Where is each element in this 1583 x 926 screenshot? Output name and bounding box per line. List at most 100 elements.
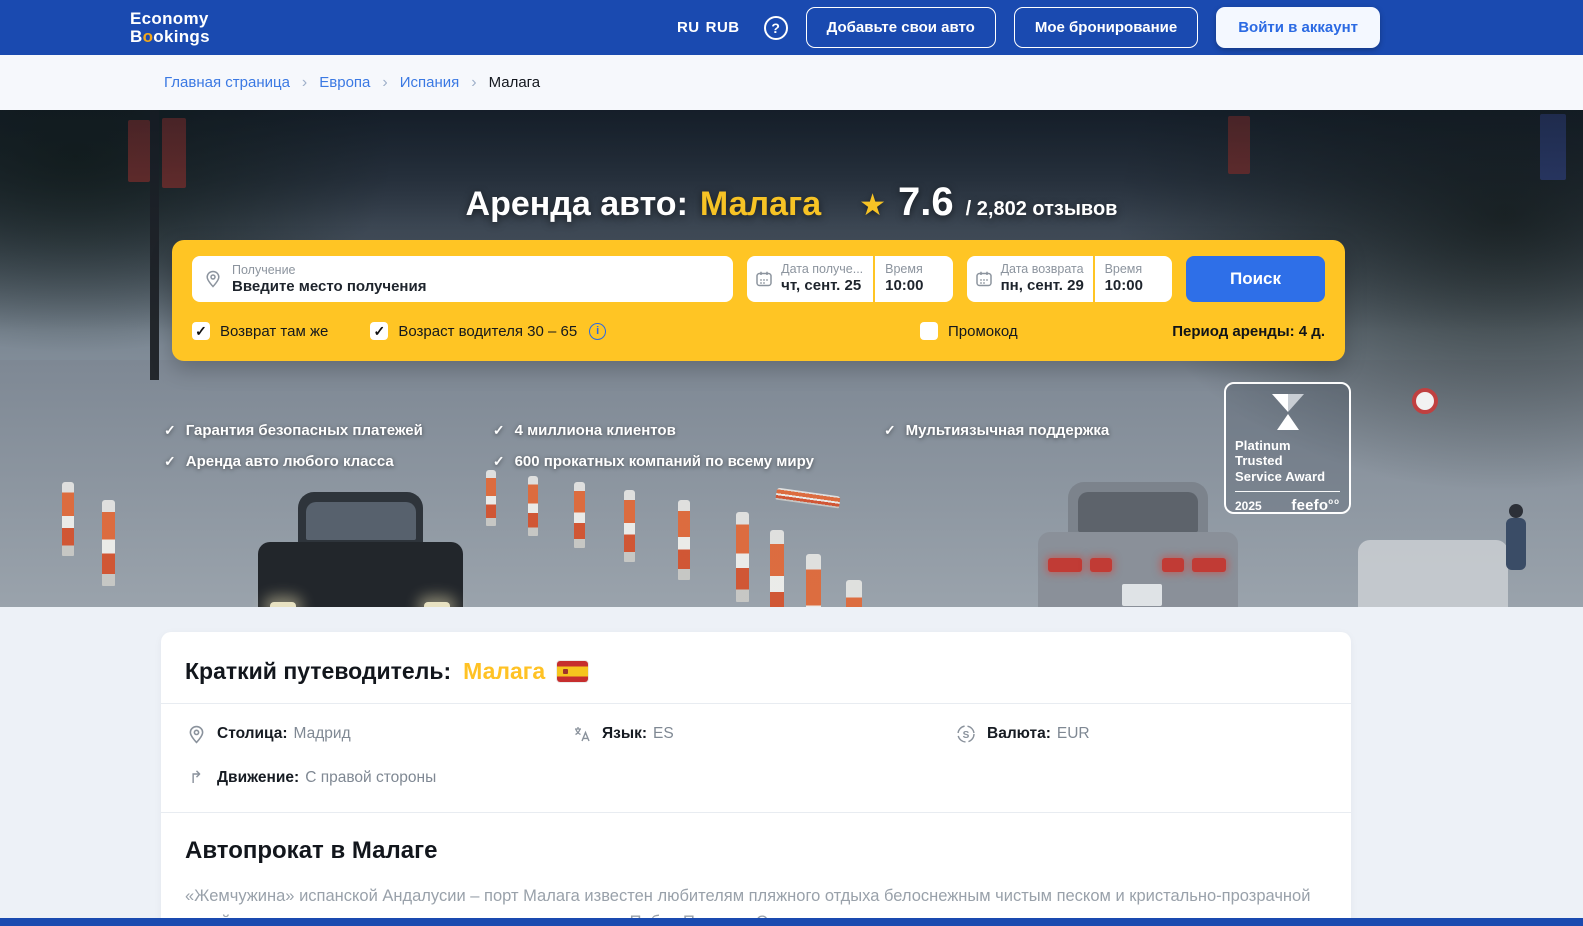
calendar-icon [975,270,993,288]
my-booking-button[interactable]: Мое бронирование [1014,7,1198,48]
return-time-field[interactable]: Время 10:00 [1095,256,1172,302]
logo-line2: Bookings [130,28,210,46]
hero-photo-bollard [574,482,585,548]
return-date-label: Дата возврата [1001,262,1085,278]
pickup-time-label: Время [885,262,942,278]
translate-icon [570,725,592,744]
hero-photo-taillight [1090,558,1112,572]
facts-grid: Столица: Мадрид Язык: ES S Валюта: EUR [161,704,1351,812]
location-pin-icon [185,725,207,744]
reviews-count: / 2,802 отзывов [966,198,1118,221]
svg-text:S: S [963,730,970,741]
chevron-right-icon: › [302,74,307,92]
locale-label: RU [677,19,700,36]
promo-code-checkbox[interactable] [920,322,938,340]
check-icon: ✓ [164,422,176,439]
hero-photo-sign [1412,388,1438,414]
pickup-date-field[interactable]: Дата получе... чт, сент. 25 [747,256,873,302]
rating-value: 7.6 [898,180,954,225]
hero-photo-plate [1122,584,1162,606]
hero-photo-car-right-glass [1078,492,1198,532]
pickup-datetime-group: Дата получе... чт, сент. 25 Время 10:00 [747,256,952,302]
driver-age-label: Возраст водителя 30 – 65 [398,323,577,340]
hero-photo-bollard [102,500,115,586]
calendar-icon [755,270,773,288]
return-datetime-group: Дата возврата пн, сент. 29 Время 10:00 [967,256,1172,302]
return-date-field[interactable]: Дата возврата пн, сент. 29 [967,256,1093,302]
pickup-location-field[interactable]: Получение [192,256,733,302]
breadcrumb-spain-link[interactable]: Испания [400,74,460,91]
breadcrumb-home-link[interactable]: Главная страница [164,74,290,91]
spain-flag-icon [557,661,588,682]
breadcrumb-europe-link[interactable]: Европа [319,74,370,91]
hero-photo-pedestrian [1509,504,1523,518]
hero-photo-pedestrian [1506,518,1526,570]
pickup-date-value: чт, сент. 25 [781,277,865,296]
pickup-time-field[interactable]: Время 10:00 [875,256,952,302]
star-icon: ★ [859,188,886,223]
hero-photo-taillight [1162,558,1184,572]
feature-item: ✓4 миллиона клиентов [493,422,814,439]
breadcrumb: Главная страница › Европа › Испания › Ма… [164,74,540,92]
guide-title: Краткий путеводитель: [185,658,451,685]
search-button[interactable]: Поиск [1186,256,1325,302]
hero-photo-bollard [62,482,74,556]
driver-age-checkbox[interactable] [370,322,388,340]
same-return-checkbox[interactable] [192,322,210,340]
feature-item: ✓600 прокатных компаний по всему миру [493,453,814,470]
info-icon[interactable]: i [589,323,606,340]
page: Economy Bookings RURUB ? Добавьте свои а… [0,0,1583,926]
hero-photo-bollard [528,476,538,536]
hero-photo-taillight [1192,558,1226,572]
hero-photo-bollard [770,530,784,607]
city-rental-section: Автопрокат в Малаге «Жемчужина» испанско… [161,813,1351,926]
login-button[interactable]: Войти в аккаунт [1216,7,1380,48]
hero-section: Аренда авто: Малага ★ 7.6 / 2,802 отзыво… [0,110,1583,607]
award-title-line2: Service Award [1235,469,1340,484]
hero-photo-bollard [678,500,690,580]
help-icon[interactable]: ? [764,16,788,40]
add-your-car-button[interactable]: Добавьте свои авто [806,7,996,48]
chevron-right-icon: › [471,74,476,92]
check-icon: ✓ [493,453,505,470]
hero-photo-bollard [846,580,862,607]
breadcrumb-bar: Главная страница › Европа › Испания › Ма… [0,55,1583,110]
hero-photo-bollard [624,490,635,562]
feature-item: ✓Аренда авто любого класса [164,453,423,470]
logo-line1: Economy [130,10,210,28]
footer-top-bar [0,918,1583,926]
hero-photo-bollard [736,512,749,602]
turn-right-arrow-icon: ↱ [185,768,207,788]
hero-photo-car-left [258,542,463,607]
hero-title: Аренда авто: Малага ★ 7.6 / 2,802 отзыво… [0,180,1583,225]
promo-code-label: Промокод [948,323,1018,340]
city-guide-card: Краткий путеводитель: Малага Столица: Ма… [161,632,1351,926]
hero-photo-bollard [806,554,821,607]
breadcrumb-current: Малага [489,74,541,91]
feature-item: ✓Гарантия безопасных платежей [164,422,423,439]
return-time-label: Время [1105,262,1162,278]
locale-currency-selector[interactable]: RURUB [677,19,746,36]
rental-period-text: Период аренды: 4 д. [1172,323,1325,340]
currency-icon: S [955,724,977,744]
feature-item: ✓Мультиязычная поддержка [884,422,1109,439]
fact-driving-side: ↱ Движение: С правой стороны [185,768,570,788]
location-pin-icon [204,270,222,288]
fact-capital: Столица: Мадрид [185,724,570,744]
logo[interactable]: Economy Bookings [130,10,210,46]
section-title: Автопрокат в Малаге [185,837,1327,865]
guide-title-city: Малага [463,658,545,685]
return-time-value: 10:00 [1105,277,1162,296]
pickup-location-input[interactable] [232,278,721,295]
same-return-label: Возврат там же [220,323,328,340]
hero-title-city: Малага [700,185,821,224]
content-area: Краткий путеводитель: Малага Столица: Ма… [0,607,1583,926]
pickup-label: Получение [232,263,721,279]
search-panel: Получение Дата получе... чт, сент. 25 [172,240,1345,361]
hero-photo-car-white [1358,540,1508,607]
check-icon: ✓ [493,422,505,439]
features-list: ✓Гарантия безопасных платежей ✓Аренда ав… [164,422,1109,470]
trusted-service-award-badge: Platinum Trusted Service Award 2025 feef… [1224,382,1351,514]
award-year: 2025 [1235,499,1262,513]
fact-currency: S Валюта: EUR [955,724,1327,744]
